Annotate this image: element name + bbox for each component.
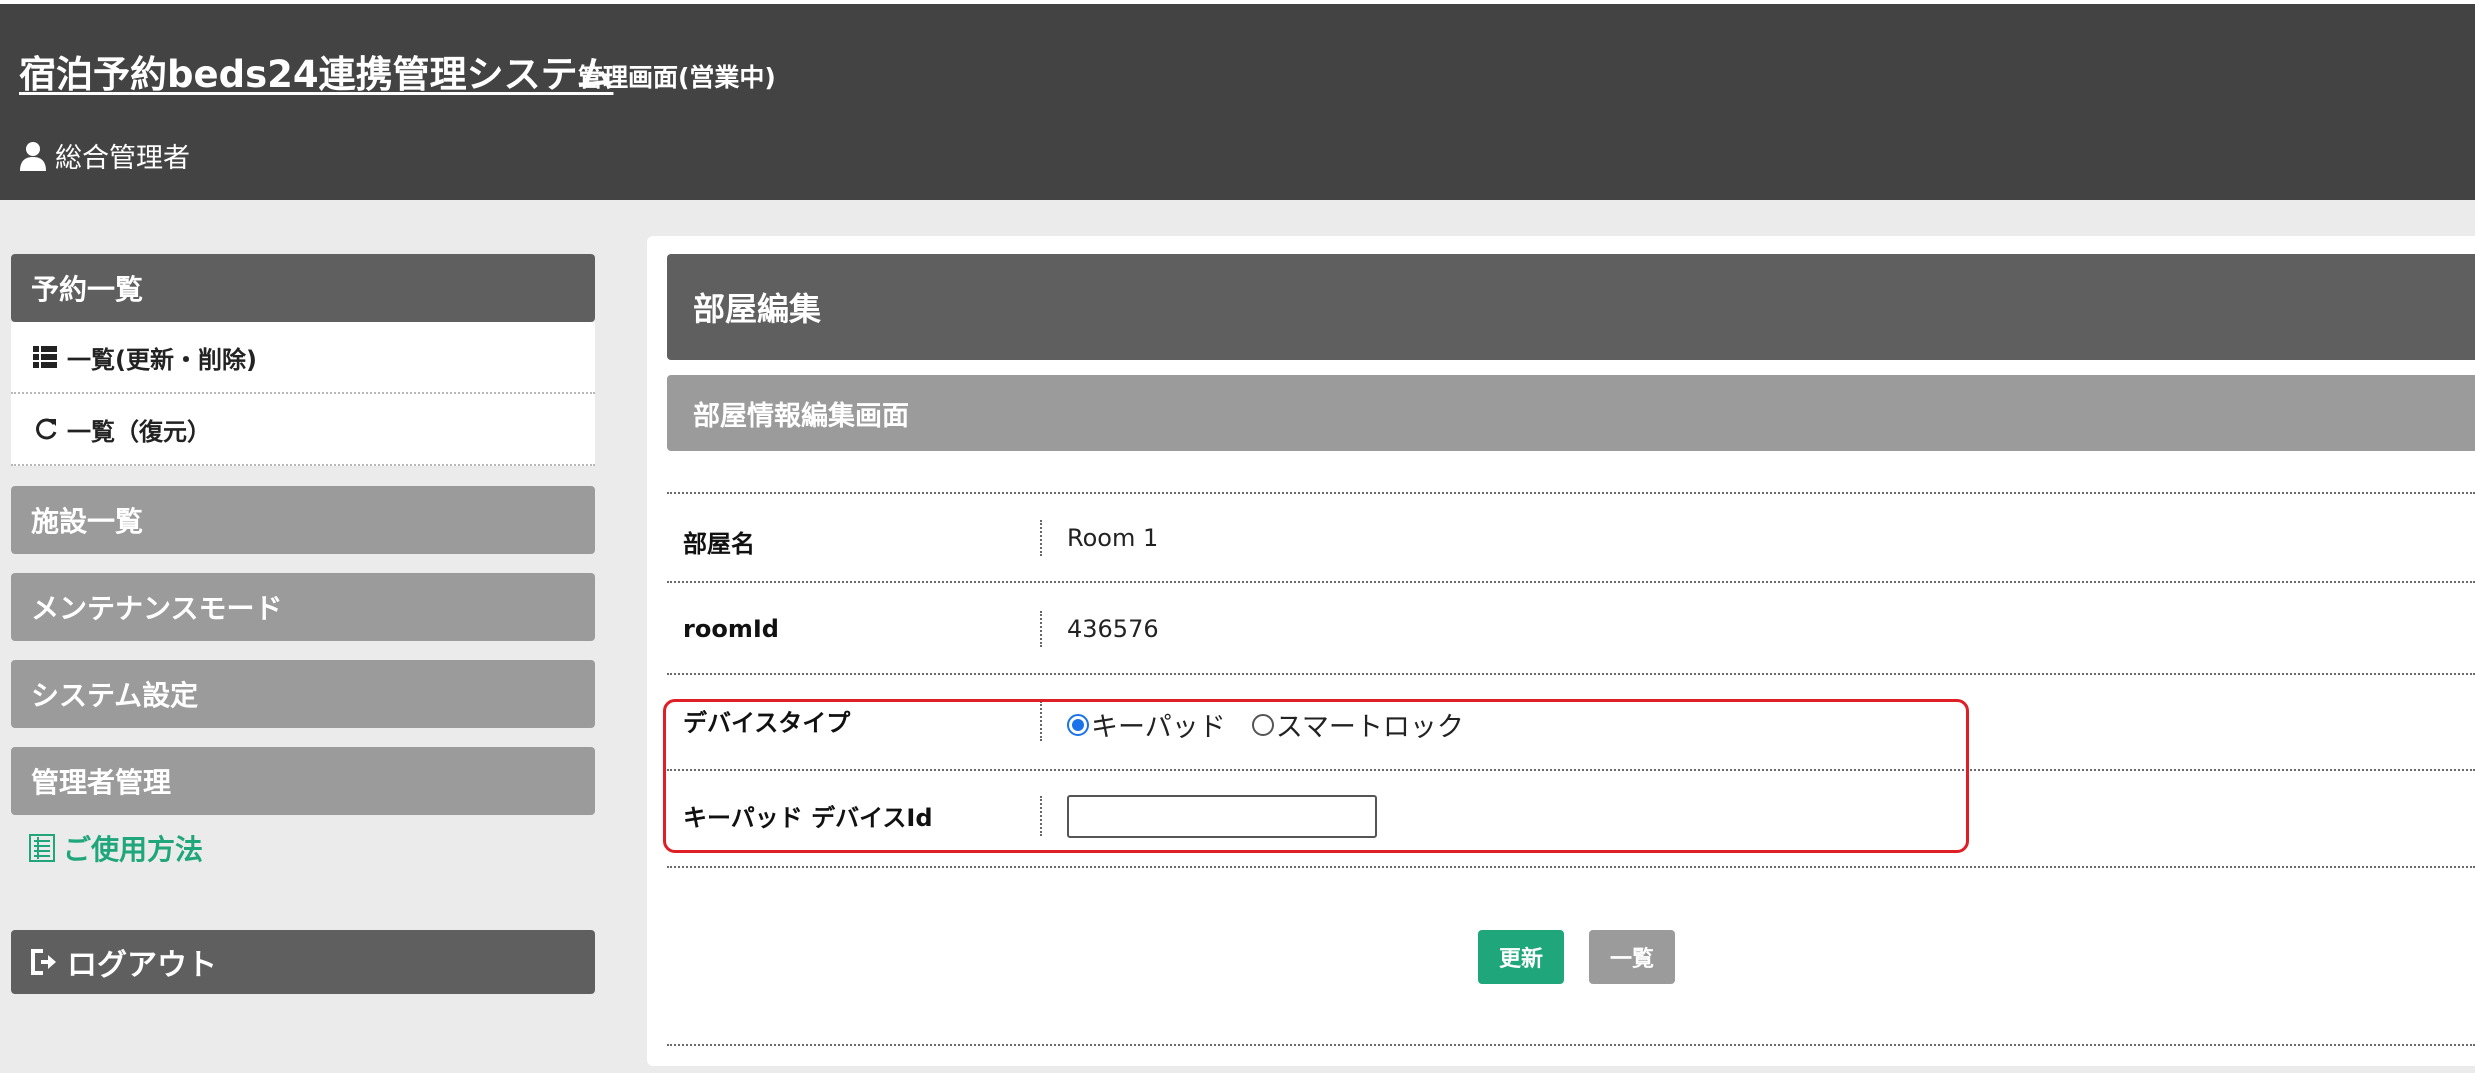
back-to-list-button[interactable]: 一覧 [1589,930,1675,984]
device-type-radio-group: キーパッド スマートロック [1067,705,1490,744]
field-separator [1040,701,1042,741]
form-divider [667,769,2475,771]
help-link-label: ご使用方法 [63,833,204,866]
user-name: 総合管理者 [55,143,190,174]
device-type-option-label: キーパッド [1091,712,1226,743]
site-title-link[interactable]: 宿泊予約beds24連携管理システム [19,44,613,98]
room-name-label: 部屋名 [683,530,755,558]
room-id-label: roomId [683,615,779,643]
sidebar-item-list-restore[interactable]: 一覧（復元） [11,394,595,466]
field-separator [1040,796,1042,836]
form-divider [667,581,2475,583]
sidebar-item-label: 一覧(更新・削除) [67,345,257,374]
current-user: 総合管理者 [19,136,190,175]
field-separator [1040,611,1042,647]
update-button[interactable]: 更新 [1478,930,1564,984]
site-subtitle: 管理画面(営業中) [578,63,776,92]
sidebar-heading-admin-management[interactable]: 管理者管理 [11,747,595,815]
form-divider [667,492,2475,494]
form-divider [667,673,2475,675]
keypad-device-id-label: キーパッド デバイスId [683,804,933,832]
form-divider [667,1044,2475,1046]
sidebar-item-label: 一覧（復元） [67,417,211,446]
sidebar-heading-system-settings[interactable]: システム設定 [11,660,595,728]
page-title: 部屋編集 [667,254,2475,360]
room-id-value: 436576 [1067,615,1159,643]
sidebar-heading-maintenance[interactable]: メンテナンスモード [11,573,595,641]
device-type-keypad-radio[interactable] [1067,713,1089,736]
logout-label: ログアウト [67,948,217,983]
device-type-smartlock-radio[interactable] [1251,713,1274,736]
sidebar-heading-facilities[interactable]: 施設一覧 [11,486,595,554]
refresh-icon [36,418,57,440]
logout-icon [31,949,56,975]
field-separator [1040,520,1042,556]
logout-button[interactable]: ログアウト [11,930,595,994]
page-subtitle: 部屋情報編集画面 [667,375,2475,451]
form-divider [667,866,2475,868]
room-name-value: Room 1 [1067,524,1159,552]
app-header: 宿泊予約beds24連携管理システム 管理画面(営業中) 総合管理者 [0,0,2475,200]
main-panel: 部屋編集 部屋情報編集画面 部屋名 Room 1 roomId 436576 デ… [647,236,2475,1066]
sidebar-item-list-update-delete[interactable]: 一覧(更新・削除) [11,322,595,394]
help-link[interactable]: ご使用方法 [29,828,203,868]
user-icon [20,141,46,171]
list-icon [33,346,57,368]
document-icon [29,834,55,862]
device-type-option-label: スマートロック [1275,712,1464,743]
keypad-device-id-input[interactable] [1067,795,1377,838]
device-type-label: デバイスタイプ [683,709,851,737]
sidebar-heading-reservations[interactable]: 予約一覧 [11,254,595,322]
